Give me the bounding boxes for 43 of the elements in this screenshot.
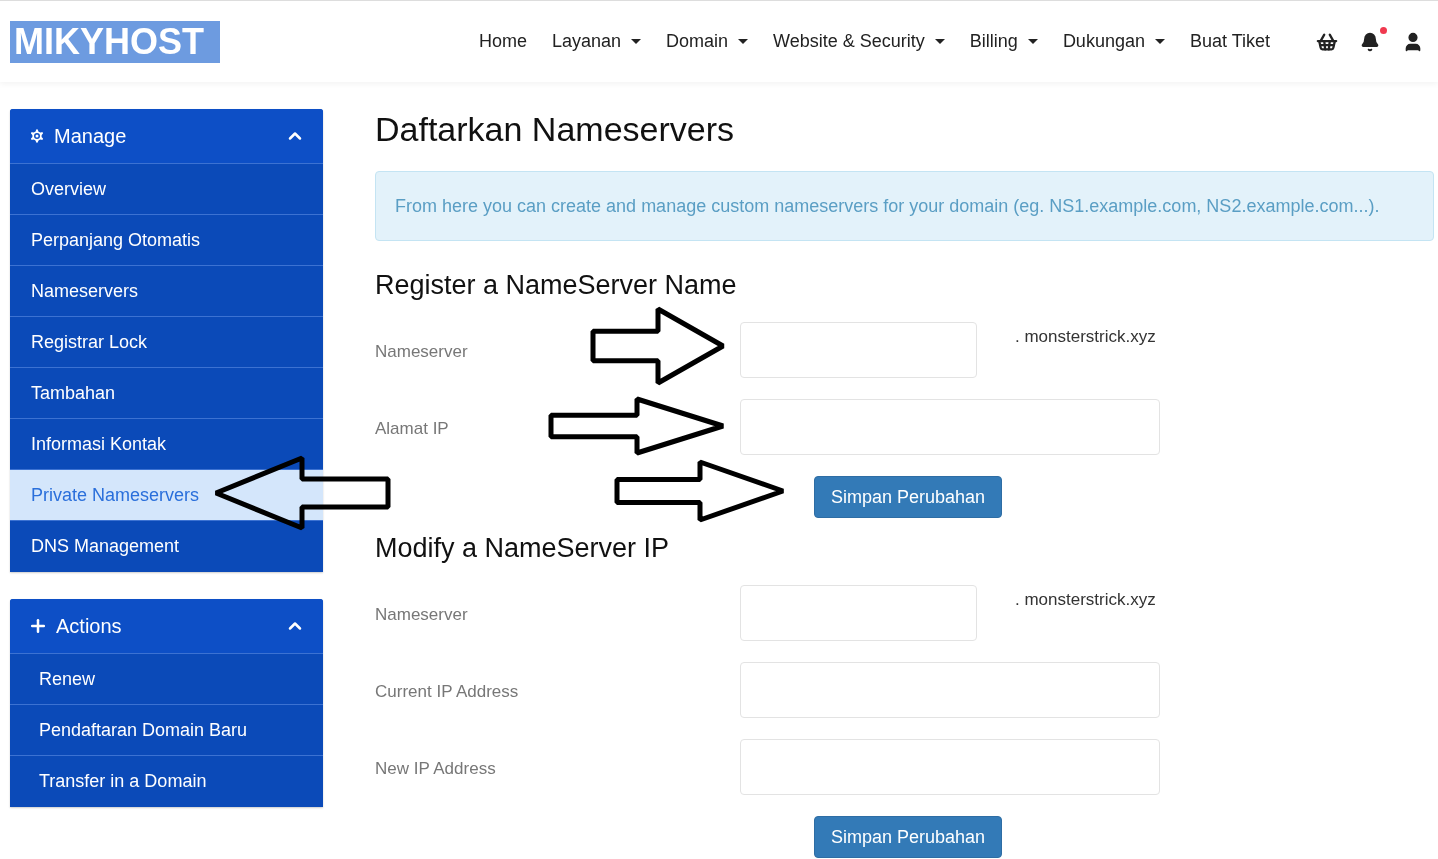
nav-link[interactable]: Domain: [666, 31, 749, 52]
section-heading: Register a NameServer Name: [375, 269, 738, 301]
domain-suffix: . monsterstrick.xyz: [1015, 589, 1156, 610]
field-label: Alamat IP: [375, 418, 449, 440]
nav-link[interactable]: Website & Security: [773, 31, 945, 52]
sidebar-item[interactable]: Renew: [10, 654, 323, 705]
nav-link[interactable]: Layanan: [552, 31, 642, 52]
sidebar-item[interactable]: Perpanjang Otomatis: [10, 215, 323, 266]
panel-title: Manage: [54, 124, 128, 148]
sidebar-item[interactable]: Private Nameservers: [10, 470, 323, 521]
nav-link[interactable]: Buat Tiket: [1189, 31, 1270, 52]
save-button[interactable]: Simpan Perubahan: [814, 816, 1003, 858]
bell-icon[interactable]: [1360, 31, 1380, 52]
field-label: Nameserver: [375, 604, 468, 626]
input-field[interactable]: [740, 399, 1160, 455]
field-label: Current IP Address: [375, 681, 519, 703]
save-button[interactable]: Simpan Perubahan: [814, 476, 1003, 518]
sidebar-item[interactable]: Tambahan: [10, 368, 323, 419]
input-field[interactable]: [740, 662, 1160, 718]
field-label: Nameserver: [375, 341, 468, 363]
sidebar-item[interactable]: Informasi Kontak: [10, 419, 323, 470]
domain-suffix: . monsterstrick.xyz: [1015, 326, 1156, 347]
nav-link[interactable]: Dukungan: [1062, 31, 1165, 52]
panel-header[interactable]: Actions: [10, 599, 323, 654]
panel-title: Actions: [56, 614, 123, 638]
sidebar-item[interactable]: Overview: [10, 164, 323, 215]
sidebar-item[interactable]: Pendaftaran Domain Baru: [10, 705, 323, 756]
sidebar-item[interactable]: Registrar Lock: [10, 317, 323, 368]
gear-icon: [28, 127, 46, 145]
field-label: New IP Address: [375, 758, 496, 780]
input-field[interactable]: [740, 739, 1160, 795]
input-field[interactable]: [740, 322, 977, 378]
page-title: Daftarkan Nameservers: [375, 109, 735, 149]
nav-link[interactable]: Billing: [969, 31, 1038, 52]
sidebar-item[interactable]: DNS Management: [10, 521, 323, 572]
sidebar-item[interactable]: Transfer in a Domain: [10, 756, 323, 807]
plus-icon: [28, 616, 48, 636]
section-heading: Modify a NameServer IP: [375, 532, 671, 564]
sidebar-item[interactable]: Nameservers: [10, 266, 323, 317]
input-field[interactable]: [740, 585, 977, 641]
panel-header[interactable]: Manage: [10, 109, 323, 164]
info-alert: From here you can create and manage custom nameservers for your domain (eg. NS1.example.com, NS2.example.com...).: [375, 171, 1434, 241]
nav-link[interactable]: Home: [479, 31, 527, 52]
